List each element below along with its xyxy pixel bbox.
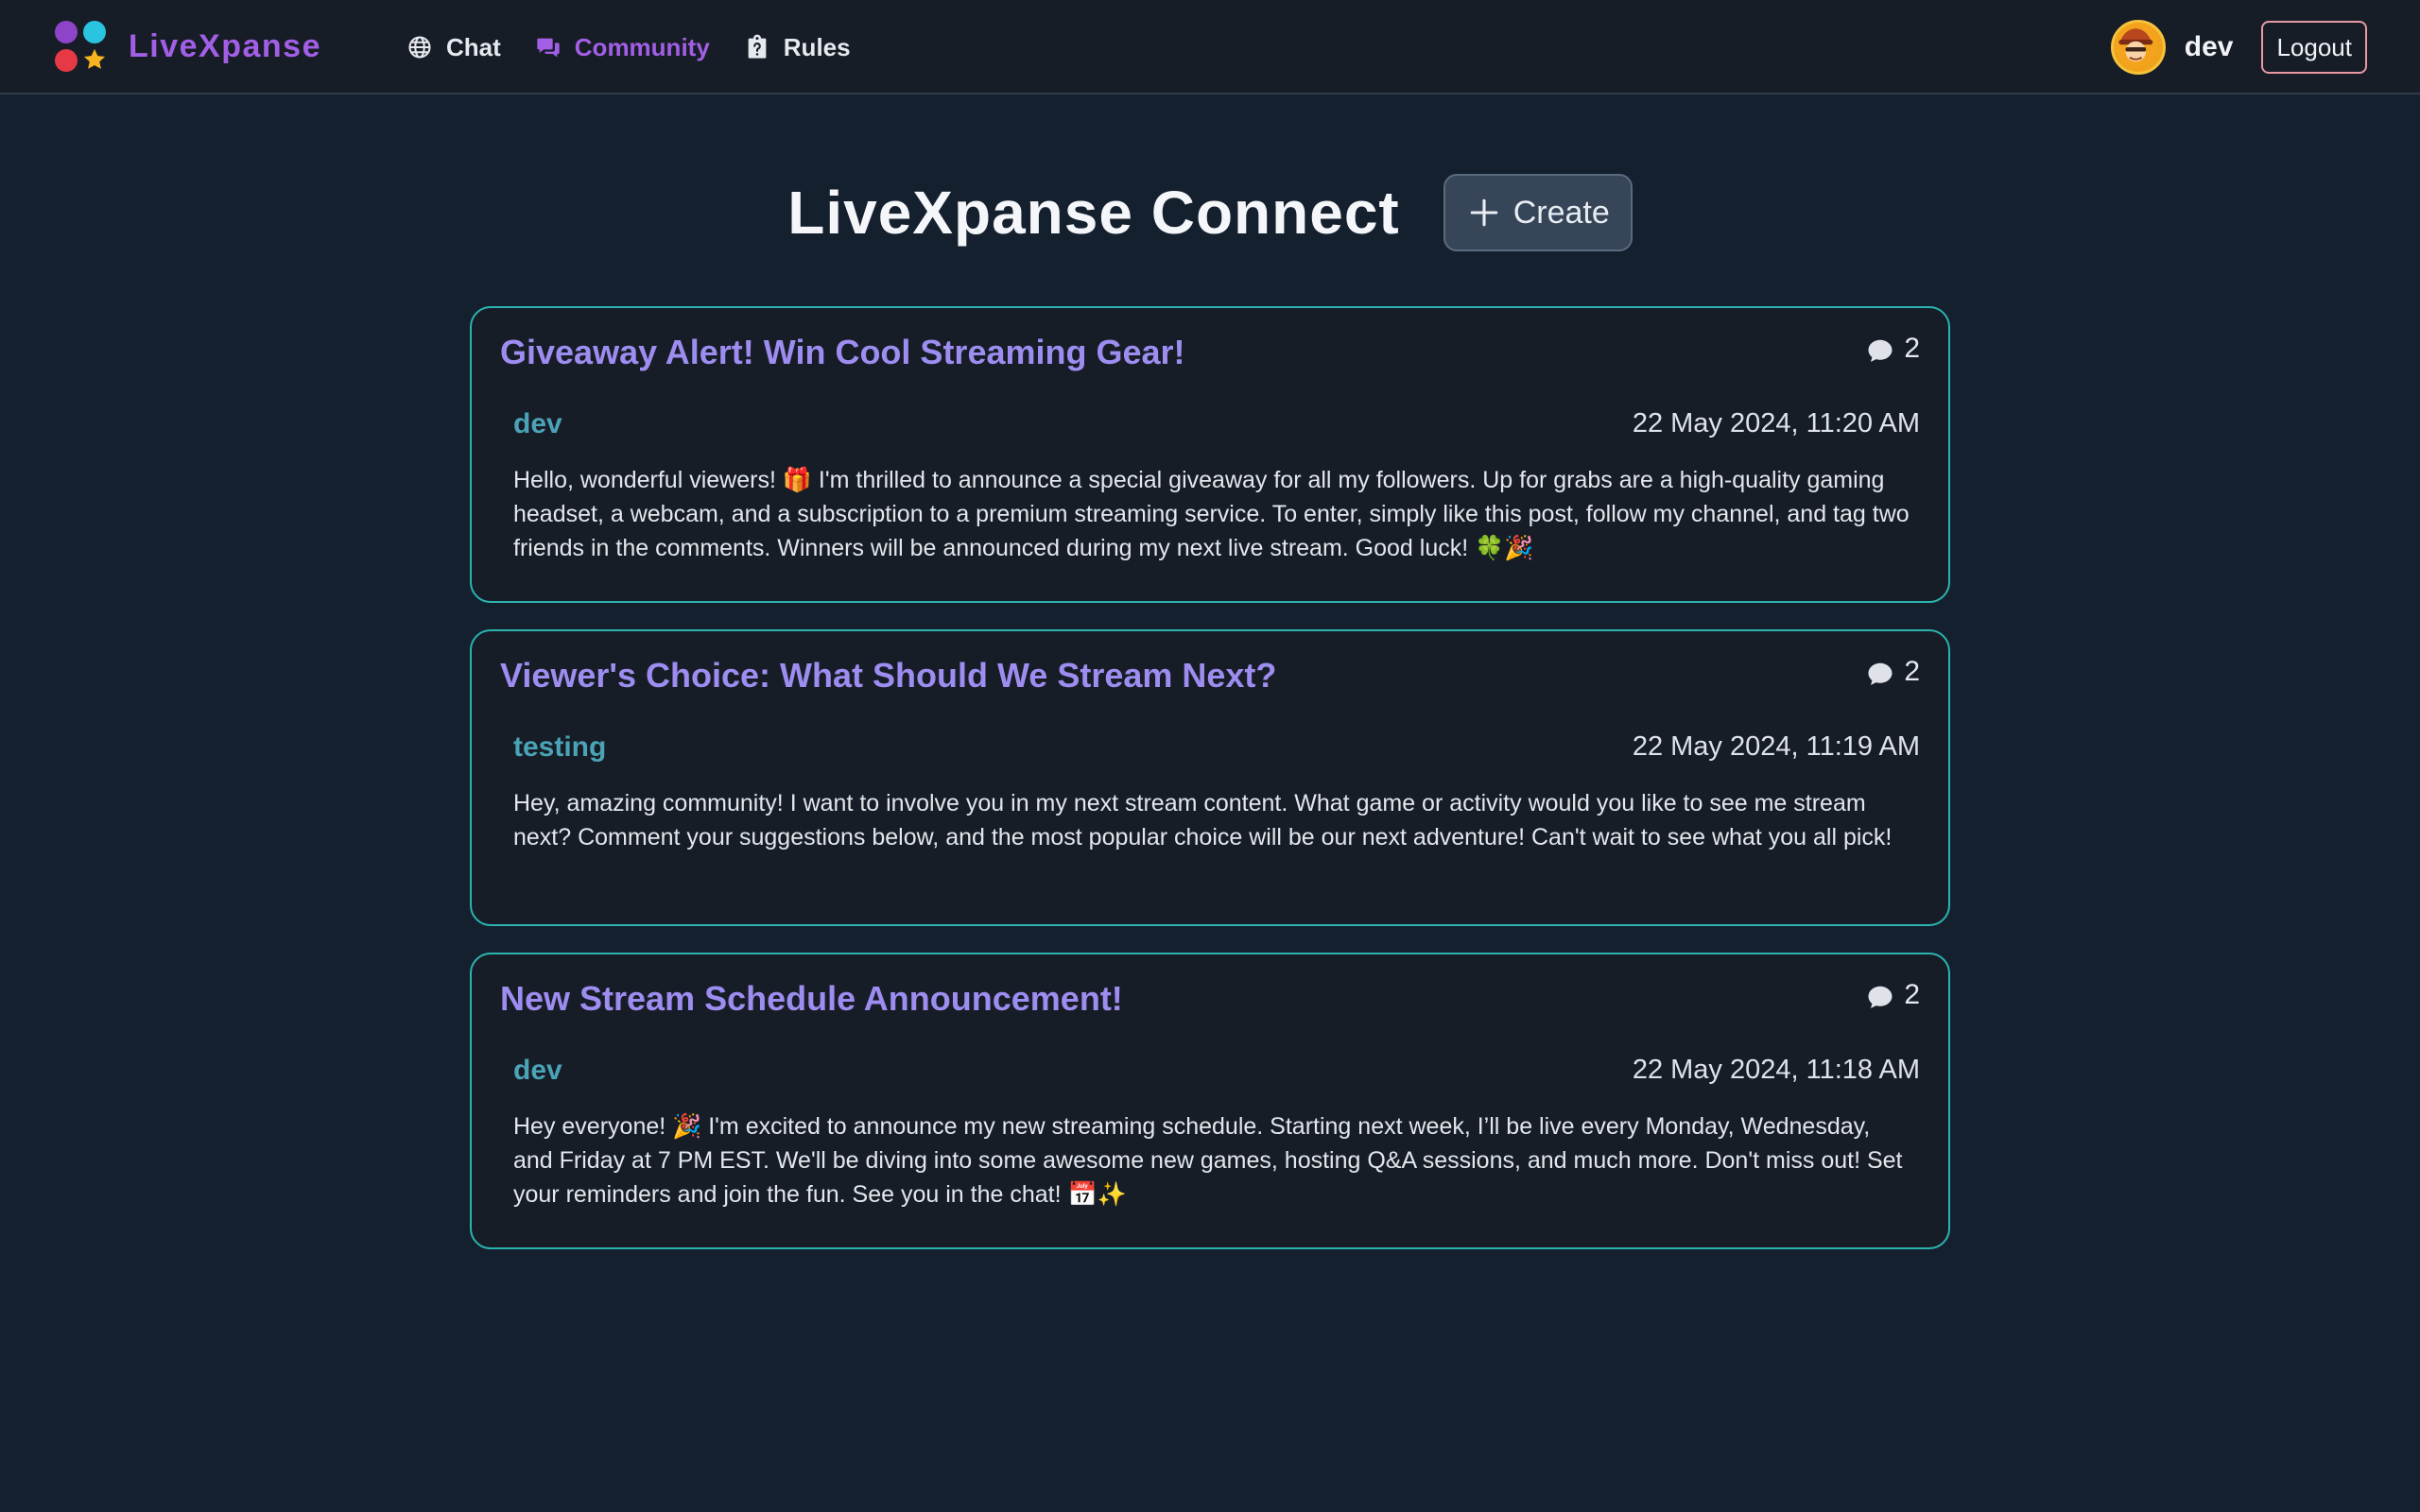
nav-item-label: Community: [574, 32, 710, 61]
post-date: 22 May 2024, 11:18 AM: [1632, 1055, 1920, 1085]
post-date: 22 May 2024, 11:20 AM: [1632, 408, 1920, 438]
post-title[interactable]: Viewer's Choice: What Should We Stream N…: [500, 656, 1276, 696]
post-author[interactable]: dev: [513, 1055, 562, 1087]
comment-bubble-icon: [1866, 333, 1894, 365]
post-date: 22 May 2024, 11:19 AM: [1632, 731, 1920, 762]
avatar[interactable]: [2110, 20, 2166, 75]
page-title: LiveXpanse Connect: [787, 179, 1400, 247]
comment-count: 2: [1866, 333, 1920, 365]
page-header: LiveXpanse Connect Create: [0, 174, 2420, 251]
comment-count: 2: [1866, 979, 1920, 1011]
post-card[interactable]: Viewer's Choice: What Should We Stream N…: [470, 629, 1950, 926]
logout-button[interactable]: Logout: [2261, 21, 2367, 74]
nav-item-rules[interactable]: Rules: [744, 33, 851, 62]
clipboard-question-icon: [744, 34, 770, 60]
post-author[interactable]: dev: [513, 408, 562, 440]
comment-bubble-icon: [1866, 979, 1894, 1011]
create-button-label: Create: [1512, 194, 1610, 231]
brand-logo-icon: [53, 19, 108, 74]
comment-count: 2: [1866, 656, 1920, 688]
globe-icon: [406, 34, 433, 60]
brand-name: LiveXpanse: [129, 27, 321, 64]
post-body: Hello, wonderful viewers! 🎁 I'm thrilled…: [513, 467, 1910, 561]
comment-count-value: 2: [1904, 656, 1920, 687]
main-nav: Chat Community Rules: [406, 25, 851, 70]
user-menu: dev Logout: [2110, 19, 2367, 76]
post-card[interactable]: Giveaway Alert! Win Cool Streaming Gear!…: [470, 306, 1950, 603]
post-author[interactable]: testing: [513, 731, 606, 764]
post-title[interactable]: Giveaway Alert! Win Cool Streaming Gear!: [500, 333, 1185, 372]
comment-count-value: 2: [1904, 333, 1920, 364]
post-body: Hey, amazing community! I want to involv…: [513, 790, 1893, 850]
create-post-button[interactable]: Create: [1443, 174, 1633, 251]
nav-item-label: Chat: [446, 32, 501, 61]
post-card[interactable]: New Stream Schedule Announcement! 2 dev …: [470, 953, 1950, 1249]
comment-bubble-icon: [1866, 656, 1894, 688]
brand-link[interactable]: LiveXpanse: [53, 19, 321, 74]
chat-bubbles-icon: [535, 34, 562, 60]
nav-item-community[interactable]: Community: [535, 33, 710, 62]
nav-item-label: Rules: [783, 32, 851, 61]
top-navbar: LiveXpanse Chat Community Rules dev Logo…: [0, 0, 2420, 94]
plus-icon: [1468, 197, 1500, 229]
post-list: Giveaway Alert! Win Cool Streaming Gear!…: [470, 306, 1950, 1249]
post-body: Hey everyone! 🎉 I'm excited to announce …: [513, 1113, 1903, 1208]
current-username: dev: [2184, 31, 2234, 62]
nav-item-chat[interactable]: Chat: [406, 33, 501, 62]
post-title[interactable]: New Stream Schedule Announcement!: [500, 979, 1123, 1019]
comment-count-value: 2: [1904, 979, 1920, 1010]
